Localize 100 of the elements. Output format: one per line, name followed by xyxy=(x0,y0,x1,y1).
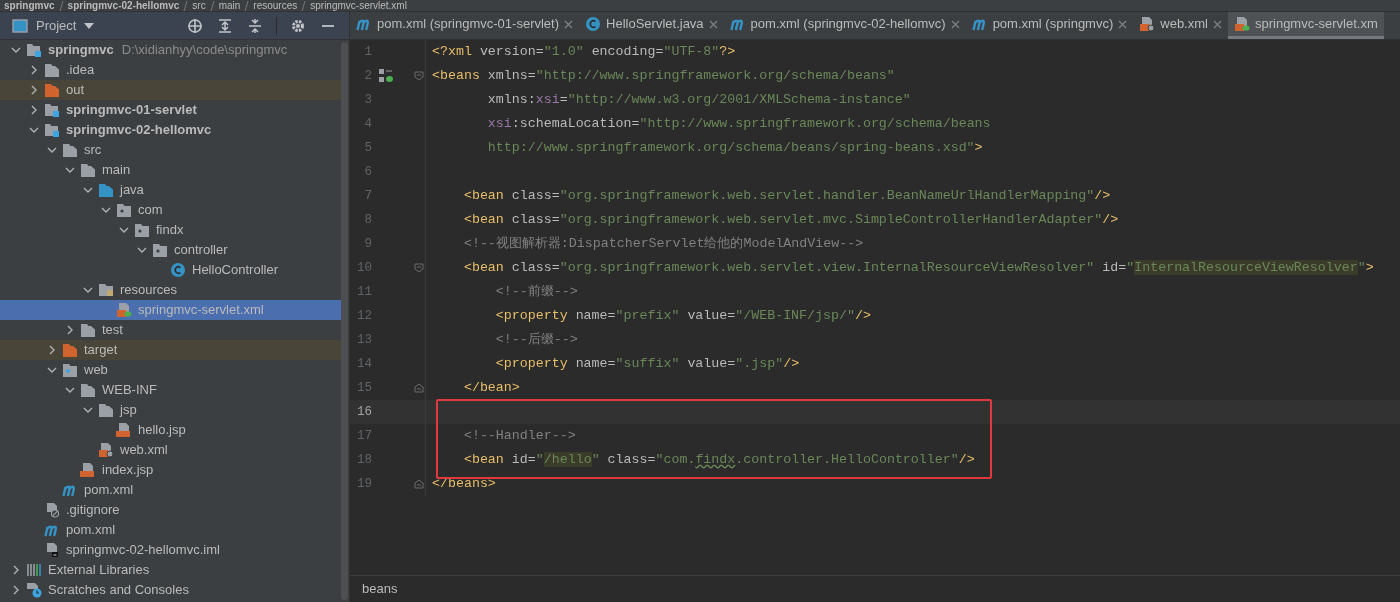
tree-item[interactable]: WEB-INF xyxy=(0,380,341,400)
class-icon xyxy=(585,16,602,32)
arch-icon xyxy=(62,483,78,497)
separator-icon xyxy=(183,0,189,11)
close-icon[interactable] xyxy=(1212,19,1222,29)
tree-item[interactable]: resources xyxy=(0,280,341,300)
libraries-icon xyxy=(26,563,42,577)
tree-item[interactable]: springmvc-01-servlet xyxy=(0,100,341,120)
line-number: 6 xyxy=(363,163,372,181)
breadcrumb-tag[interactable]: beans xyxy=(362,579,398,599)
tree-item[interactable]: web xyxy=(0,360,341,380)
folder-icon xyxy=(134,223,150,237)
breadcrumb-item[interactable]: main xyxy=(218,0,241,11)
expand-all-icon[interactable] xyxy=(217,17,233,34)
tree-item[interactable]: main xyxy=(0,160,341,180)
tree-item[interactable]: pom.xml xyxy=(0,480,341,500)
fold-marker-icon[interactable] xyxy=(413,263,424,273)
tree-item[interactable]: findx xyxy=(0,220,341,240)
breadcrumb-item[interactable]: springmvc-02-hellomvc xyxy=(67,0,180,11)
folder-icon xyxy=(80,163,96,177)
close-icon[interactable] xyxy=(950,19,960,29)
breadcrumb-item[interactable]: resources xyxy=(253,0,298,11)
tree-item[interactable]: test xyxy=(0,320,341,340)
xml-file-icon xyxy=(116,302,132,318)
folder-icon xyxy=(98,403,114,417)
tree-item[interactable]: java xyxy=(0,180,341,200)
folder-icon xyxy=(62,363,78,377)
tree-item[interactable]: .idea xyxy=(0,60,341,80)
folder-icon xyxy=(80,323,96,337)
tree-item[interactable]: springmvc-02-hellomvc.iml xyxy=(0,540,341,560)
code-line: <bean class="org.springframework.web.servlet.mvc.SimpleControllerHandlerAdapter"/> xyxy=(462,211,1119,229)
scrollbar[interactable] xyxy=(341,42,348,600)
close-icon[interactable] xyxy=(1118,19,1128,29)
code-line: </beans> xyxy=(432,475,496,493)
line-number: 18 xyxy=(356,451,372,469)
editor-tab[interactable]: pom.xml (springmvc-02-hellomvc) xyxy=(723,12,966,39)
locate-icon[interactable] xyxy=(187,17,203,34)
code-line: http://www.springframework.org/schema/beans/spring-beans.xsd"> xyxy=(486,139,983,157)
tree-item[interactable]: .gitignore xyxy=(0,500,341,520)
line-number: 12 xyxy=(356,307,372,325)
tree-item[interactable]: hello.jsp xyxy=(0,420,341,440)
close-icon[interactable] xyxy=(564,19,574,29)
separator-icon xyxy=(209,0,215,11)
folder-icon xyxy=(98,183,114,197)
folder-icon xyxy=(152,243,168,257)
tree-item[interactable]: web.xml xyxy=(0,440,341,460)
line-number: 15 xyxy=(356,379,372,397)
fold-marker-icon[interactable] xyxy=(413,71,424,81)
settings-icon[interactable] xyxy=(290,17,306,34)
caret-icon xyxy=(84,22,95,29)
editor-tab[interactable]: pom.xml (springmvc) xyxy=(965,12,1134,39)
tree-item[interactable]: com xyxy=(0,200,341,220)
line-number: 4 xyxy=(363,115,372,133)
code-line: xsi:schemaLocation="http://www.springframework.org/schema/beans xyxy=(486,115,991,133)
line-number: 1 xyxy=(363,43,372,61)
editor-tab[interactable]: pom.xml (springmvc-01-servlet) xyxy=(350,12,580,39)
code-line: <!--视图解析器:DispatcherServlet给他的ModelAndView--> xyxy=(462,235,864,253)
code-line: <!--后缀--> xyxy=(494,331,578,349)
tree-item[interactable]: src xyxy=(0,140,341,160)
code-line: xmlns:xsi="http://www.w3.org/2001/XMLSchema-instance" xyxy=(486,91,911,109)
separator-icon xyxy=(301,0,307,11)
collapse-all-icon[interactable] xyxy=(247,17,263,34)
tree-item[interactable]: pom.xml xyxy=(0,520,341,540)
code-line: <!--Handler--> xyxy=(462,427,576,445)
folder-icon xyxy=(44,102,60,118)
breadcrumb-item[interactable]: springmvc-servlet.xml xyxy=(310,0,407,11)
fold-marker-icon[interactable] xyxy=(413,479,424,489)
folder-icon xyxy=(26,42,42,58)
tree-item[interactable]: jsp xyxy=(0,400,341,420)
scratch-file-icon xyxy=(26,582,42,598)
line-number: 7 xyxy=(363,187,372,205)
folder-icon xyxy=(44,63,60,77)
breadcrumb-item[interactable]: src xyxy=(192,0,206,11)
editor-tab[interactable]: HelloServlet.java xyxy=(579,12,724,39)
folder-icon xyxy=(98,282,114,298)
arch-icon xyxy=(971,17,988,31)
project-view-dropdown[interactable]: Project xyxy=(8,15,99,36)
code-line: </bean> xyxy=(462,379,520,397)
tree-item[interactable]: out xyxy=(0,80,341,100)
editor-tab[interactable]: web.xml xyxy=(1133,12,1228,39)
window-icon xyxy=(12,18,28,33)
code-line: <bean class="org.springframework.web.servlet.handler.BeanNameUrlHandlerMapping"/> xyxy=(462,187,1111,205)
tree-item[interactable]: index.jsp xyxy=(0,460,341,480)
editor-tab[interactable]: springmvc-servlet.xm xyxy=(1227,12,1384,39)
tree-item[interactable]: Scratches and Consoles xyxy=(0,580,341,600)
bean-gutter-icon[interactable] xyxy=(378,68,394,84)
breadcrumb-item[interactable]: springmvc xyxy=(4,0,55,11)
arch-icon xyxy=(44,523,60,537)
tree-item[interactable]: target xyxy=(0,340,341,360)
tree-item[interactable]: HelloController xyxy=(0,260,341,280)
jsp-file-icon xyxy=(80,462,96,478)
tree-item[interactable]: springmvc-02-hellomvc xyxy=(0,120,341,140)
line-number: 16 xyxy=(356,403,372,421)
tree-item[interactable]: springmvc D:\xidianhyy\code\springmvc xyxy=(0,40,341,60)
close-icon[interactable] xyxy=(708,19,718,29)
fold-marker-icon[interactable] xyxy=(413,383,424,393)
tree-item[interactable]: External Libraries xyxy=(0,560,341,580)
line-number: 3 xyxy=(363,91,372,109)
folder-icon xyxy=(44,122,60,138)
tree-item[interactable]: controller xyxy=(0,240,341,260)
